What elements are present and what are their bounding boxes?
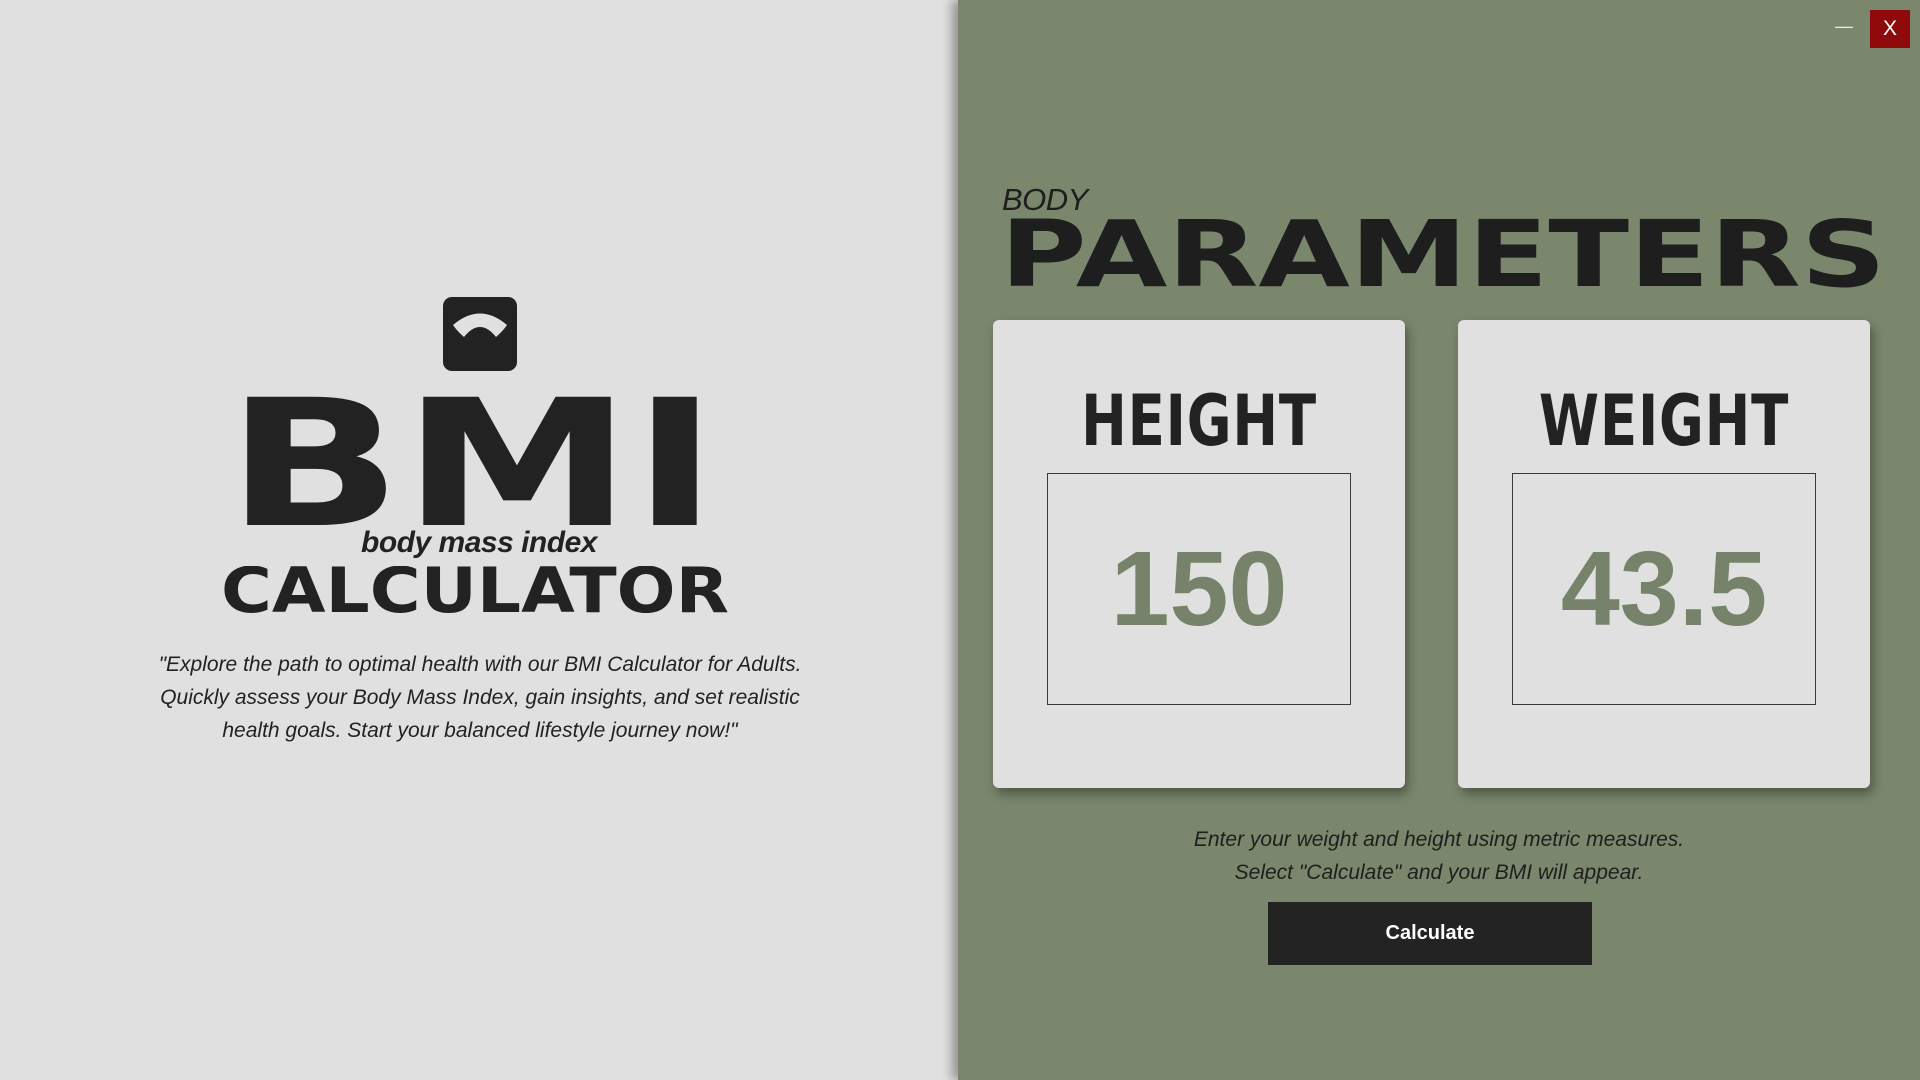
body-label: BODY	[1002, 182, 1088, 217]
parameters-heading: PARAMETERS	[1000, 216, 1886, 290]
tagline-line: health goals. Start your balanced lifest…	[222, 719, 738, 742]
bmi-calculator-app: BMI body mass index CALCULATOR "Explore …	[0, 0, 1920, 1080]
instructions-line: Enter your weight and height using metri…	[1193, 828, 1685, 851]
weight-input[interactable]	[1513, 474, 1815, 704]
weight-label: WEIGHT	[1538, 380, 1790, 462]
parameters-heading-text: PARAMETERS	[1000, 216, 1886, 290]
instructions: Enter your weight and height using metri…	[958, 823, 1920, 889]
weight-field-box	[1512, 473, 1816, 705]
tagline-line: "Explore the path to optimal health with…	[158, 653, 802, 676]
weight-card: WEIGHT	[1458, 320, 1870, 788]
height-field-box	[1047, 473, 1351, 705]
bathroom-scale-icon	[443, 297, 517, 371]
height-card: HEIGHT	[993, 320, 1405, 788]
calculator-heading-text: CALCULATOR	[221, 566, 729, 616]
intro-panel: BMI body mass index CALCULATOR "Explore …	[0, 0, 958, 1080]
close-button[interactable]: X	[1870, 10, 1910, 48]
tagline-line: Quickly assess your Body Mass Index, gai…	[160, 686, 800, 709]
minimize-button[interactable]: —	[1830, 12, 1858, 40]
calculator-heading: CALCULATOR	[221, 566, 729, 616]
bmi-logo-text: BMI	[226, 395, 718, 525]
instructions-line: Select "Calculate" and your BMI will app…	[1234, 861, 1644, 884]
calculate-button[interactable]: Calculate	[1268, 902, 1592, 965]
height-label: HEIGHT	[1081, 380, 1317, 462]
bmi-logo: BMI	[226, 395, 718, 525]
height-input[interactable]	[1048, 474, 1350, 704]
tagline: "Explore the path to optimal health with…	[140, 648, 820, 747]
bmi-subtitle: body mass index	[361, 526, 597, 559]
